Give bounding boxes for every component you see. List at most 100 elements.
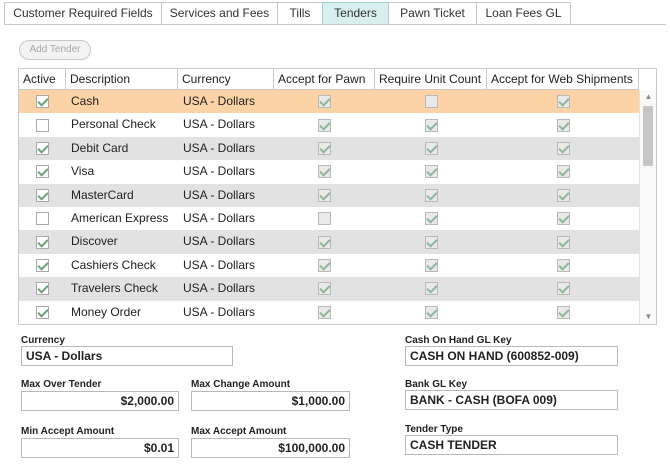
bank-gl-key-label: Bank GL Key: [405, 379, 468, 390]
active-cell: [19, 254, 66, 277]
require-unit-count-checkbox[interactable]: [424, 165, 438, 179]
accept-for-web-shipments-checkbox[interactable]: [556, 212, 570, 226]
accept-for-web-shipments-checkbox[interactable]: [556, 95, 570, 109]
accept-for-web-shipments-checkbox[interactable]: [556, 165, 570, 179]
table-row[interactable]: Debit Card USA - Dollars: [19, 136, 639, 161]
vertical-scrollbar[interactable]: ▲ ▼: [639, 90, 656, 324]
accept-for-pawn-checkbox[interactable]: [318, 95, 331, 109]
grid-rows: Cash USA - Dollars Personal Check USA - Dol…: [19, 90, 639, 324]
table-row[interactable]: Personal Check USA - Dollars: [19, 113, 639, 136]
accept-for-pawn-checkbox[interactable]: [318, 235, 331, 249]
accept-for-pawn-checkbox[interactable]: [318, 188, 331, 202]
active-checkbox[interactable]: [36, 212, 49, 226]
require-unit-count-checkbox[interactable]: [424, 235, 438, 249]
currency-field[interactable]: USA - Dollars: [21, 346, 233, 366]
require-unit-count-checkbox[interactable]: [424, 95, 438, 109]
accept-for-web-shipments-checkbox[interactable]: [556, 141, 570, 155]
active-checkbox[interactable]: [36, 282, 49, 296]
chevron-up-icon[interactable]: ▲: [640, 90, 656, 104]
table-row[interactable]: Cashiers Check USA - Dollars: [19, 254, 639, 277]
table-row[interactable]: Money Order USA - Dollars: [19, 301, 639, 324]
tab-customer-required-fields[interactable]: Customer Required Fields: [4, 2, 161, 25]
accept-for-pawn-cell: [274, 90, 375, 113]
column-header-accept-for-web-shipments[interactable]: Accept for Web Shipments: [487, 69, 639, 89]
tab-tills[interactable]: Tills: [277, 2, 322, 25]
chevron-down-icon[interactable]: ▼: [640, 310, 656, 324]
description-cell: Cashiers Check: [71, 257, 156, 272]
tab-loan-fees-gl[interactable]: Loan Fees GL: [476, 2, 571, 25]
tab-pawn-ticket[interactable]: Pawn Ticket: [388, 2, 476, 25]
tab-divider: [4, 24, 666, 25]
accept-for-web-shipments-checkbox[interactable]: [556, 282, 570, 296]
accept-for-web-shipments-checkbox[interactable]: [556, 305, 570, 319]
active-checkbox[interactable]: [36, 305, 49, 319]
table-row[interactable]: American Express USA - Dollars: [19, 207, 639, 230]
description-cell: MasterCard: [71, 187, 134, 202]
table-row[interactable]: Travelers Check USA - Dollars: [19, 277, 639, 301]
require-unit-count-checkbox[interactable]: [424, 282, 438, 296]
require-unit-count-checkbox[interactable]: [424, 212, 438, 226]
accept-for-web-shipments-cell: [487, 254, 639, 277]
accept-for-web-shipments-checkbox[interactable]: [556, 235, 570, 249]
accept-for-web-shipments-cell: [487, 137, 639, 160]
require-unit-count-cell: [375, 207, 487, 230]
description-cell: Visa: [71, 164, 95, 179]
bank-gl-key-field[interactable]: BANK - CASH (BOFA 009): [405, 390, 618, 410]
tenders-grid: Active Description Currency Accept for P…: [18, 68, 657, 325]
currency-cell: USA - Dollars: [183, 117, 256, 132]
accept-for-pawn-checkbox[interactable]: [318, 282, 331, 296]
column-header-description[interactable]: Description: [66, 69, 178, 89]
tab-services-and-fees[interactable]: Services and Fees: [161, 2, 277, 25]
table-row[interactable]: Visa USA - Dollars: [19, 160, 639, 183]
accept-for-web-shipments-checkbox[interactable]: [556, 258, 570, 272]
require-unit-count-checkbox[interactable]: [424, 118, 438, 132]
require-unit-count-checkbox[interactable]: [424, 258, 438, 272]
accept-for-pawn-checkbox[interactable]: [318, 165, 331, 179]
active-checkbox[interactable]: [36, 258, 49, 272]
table-row[interactable]: Cash USA - Dollars: [19, 90, 639, 114]
cash-on-hand-gl-key-field[interactable]: CASH ON HAND (600852-009): [405, 346, 618, 366]
require-unit-count-checkbox[interactable]: [424, 188, 438, 202]
require-unit-count-checkbox[interactable]: [424, 305, 438, 319]
currency-cell: USA - Dollars: [183, 164, 256, 179]
accept-for-web-shipments-cell: [487, 301, 639, 324]
add-tender-button[interactable]: Add Tender: [19, 40, 91, 60]
max-change-amount-field[interactable]: $1,000.00: [191, 391, 350, 411]
active-checkbox[interactable]: [36, 165, 49, 179]
accept-for-pawn-checkbox[interactable]: [318, 305, 331, 319]
accept-for-web-shipments-checkbox[interactable]: [556, 118, 570, 132]
accept-for-web-shipments-cell: [487, 90, 639, 113]
min-accept-amount-field[interactable]: $0.01: [21, 438, 179, 458]
require-unit-count-checkbox[interactable]: [424, 141, 438, 155]
column-header-require-unit-count[interactable]: Require Unit Count: [375, 69, 487, 89]
active-cell: [19, 137, 66, 160]
require-unit-count-cell: [375, 277, 487, 300]
description-cell: Cash: [71, 94, 100, 108]
tender-type-field[interactable]: CASH TENDER: [405, 435, 618, 455]
column-header-accept-for-pawn[interactable]: Accept for Pawn: [274, 69, 375, 89]
max-over-tender-field[interactable]: $2,000.00: [21, 391, 179, 411]
column-header-currency[interactable]: Currency: [178, 69, 274, 89]
tab-tenders[interactable]: Tenders: [322, 2, 388, 25]
table-row[interactable]: MasterCard USA - Dollars: [19, 183, 639, 207]
accept-for-pawn-checkbox[interactable]: [318, 212, 331, 226]
active-checkbox[interactable]: [36, 141, 49, 155]
active-checkbox[interactable]: [36, 235, 49, 249]
accept-for-pawn-cell: [274, 137, 375, 160]
table-row[interactable]: Discover USA - Dollars: [19, 230, 639, 254]
accept-for-web-shipments-checkbox[interactable]: [556, 188, 570, 202]
tender-type-label: Tender Type: [405, 424, 463, 435]
max-accept-amount-field[interactable]: $100,000.00: [191, 438, 350, 458]
accept-for-pawn-cell: [274, 277, 375, 300]
column-header-active[interactable]: Active: [19, 69, 66, 89]
active-checkbox[interactable]: [36, 188, 49, 202]
currency-cell: USA - Dollars: [183, 187, 256, 202]
active-checkbox[interactable]: [36, 118, 49, 132]
description-cell: American Express: [71, 210, 169, 225]
active-checkbox[interactable]: [36, 95, 49, 109]
currency-cell: USA - Dollars: [183, 94, 256, 108]
accept-for-pawn-checkbox[interactable]: [318, 118, 331, 132]
accept-for-pawn-checkbox[interactable]: [318, 141, 331, 155]
scrollbar-thumb[interactable]: [643, 106, 653, 166]
accept-for-pawn-checkbox[interactable]: [318, 258, 331, 272]
